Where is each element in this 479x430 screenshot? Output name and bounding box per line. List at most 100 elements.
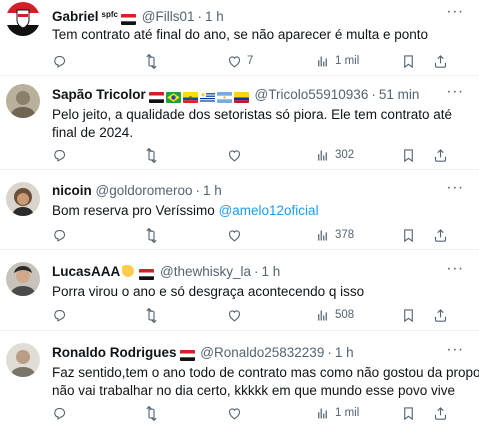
tweet[interactable]: Sapão Tricolor @Tricolo55910936 · 51 min ·… [0,76,479,170]
avatar[interactable] [6,262,40,296]
handle[interactable]: @Tricolo55910936 [255,87,369,102]
tweet[interactable]: nicoin @goldoromeroo · 1 h ··· Bom reserva… [0,170,479,250]
share-button[interactable] [433,146,448,164]
retweet-button[interactable] [144,146,164,164]
timestamp[interactable]: 51 min [379,87,420,102]
bookmark-button[interactable] [401,226,416,244]
tweet[interactable]: Gabriel spfc @Fills01 · 1 h ··· Tem contrat… [0,0,479,76]
more-options-icon[interactable]: ··· [445,84,465,104]
share-icon [433,308,448,323]
separator-dot: · [327,345,332,360]
like-button[interactable] [227,404,247,422]
tweet-actions: 378 [52,226,465,244]
share-button[interactable] [433,404,448,422]
uruguay-flag-icon [200,92,215,103]
handle[interactable]: @Ronaldo25832239 [200,345,324,360]
argentina-flag-icon [217,92,232,103]
retweet-button[interactable] [144,404,164,422]
heart-icon [227,406,242,421]
retweet-icon [144,54,159,69]
heart-icon [227,148,242,163]
handle[interactable]: @thewhisky_la [160,264,251,279]
timestamp[interactable]: 1 h [335,345,354,360]
display-name[interactable]: Sapão Tricolor [52,87,146,102]
tweet-text: Porra virou o ano e só desgraça acontece… [52,284,365,299]
share-button[interactable] [433,52,448,70]
avatar[interactable] [6,84,40,118]
more-options-icon[interactable]: ··· [445,180,465,200]
brazil-flag-icon [166,92,181,103]
views-button[interactable]: 1 mil [315,52,359,70]
reply-icon [52,308,67,323]
more-options-icon[interactable]: ··· [445,261,465,281]
bar-chart-icon [315,308,330,323]
more-options-icon[interactable]: ··· [445,342,465,362]
like-button[interactable] [227,306,247,324]
tweet-text: Pelo jeito, a qualidade dos setoristas s… [52,107,452,140]
like-button[interactable]: 7 [227,52,253,70]
bookmark-button[interactable] [401,404,416,422]
bookmark-button[interactable] [401,146,416,164]
reply-icon [52,228,67,243]
tweet-actions: 508 [52,306,465,324]
mention-link[interactable]: @amelo12oficial [219,203,319,218]
heart-icon [227,228,242,243]
bookmark-button[interactable] [401,306,416,324]
tweet[interactable]: Ronaldo Rodrigues @Ronaldo25832239 · 1 h ·… [0,331,479,430]
share-icon [433,54,448,69]
timestamp[interactable]: 1 h [203,183,222,198]
heart-icon [227,308,242,323]
bookmark-icon [401,406,416,421]
share-icon [433,228,448,243]
views-count: 302 [335,149,355,161]
bookmark-icon [401,228,416,243]
reply-button[interactable] [52,52,72,70]
sao-paulo-fc-flag-icon [121,14,136,25]
separator-dot: · [195,183,201,198]
tweet-actions: 7 1 mil [52,52,465,70]
separator-dot: · [197,9,202,24]
share-icon [433,406,448,421]
tweet-header: Gabriel spfc @Fills01 · 1 h [52,6,439,28]
display-name[interactable]: Gabriel [52,9,99,24]
views-button[interactable]: 1 mil [315,404,359,422]
retweet-button[interactable] [144,306,164,324]
views-button[interactable]: 378 [315,226,354,244]
tweet-actions: 302 [52,146,465,164]
bar-chart-icon [315,148,330,163]
tweet-text: Bom reserva pro Veríssimo @amelo12oficia… [52,202,469,220]
views-button[interactable]: 302 [315,146,354,164]
reply-icon [52,148,67,163]
tweet-header: nicoin @goldoromeroo · 1 h [52,182,439,200]
bookmark-icon [401,308,416,323]
reply-button[interactable] [52,306,72,324]
share-button[interactable] [433,306,448,324]
more-options-icon[interactable]: ··· [445,4,465,24]
avatar[interactable] [6,2,40,36]
share-button[interactable] [433,226,448,244]
reply-button[interactable] [52,404,72,422]
flag-icons [149,88,251,106]
bar-chart-icon [315,228,330,243]
views-button[interactable]: 508 [315,306,354,324]
like-button[interactable] [227,146,247,164]
handle[interactable]: @Fills01 [142,9,195,24]
timestamp[interactable]: 1 h [262,264,281,279]
views-count: 378 [335,229,355,241]
avatar[interactable] [6,182,40,216]
reply-button[interactable] [52,226,72,244]
display-name[interactable]: Ronaldo Rodrigues [52,345,177,360]
display-name[interactable]: nicoin [52,183,92,198]
bookmark-button[interactable] [401,52,416,70]
retweet-icon [144,148,159,163]
tweet[interactable]: LucasAAA @thewhisky_la · 1 h ··· Porra vir… [0,250,479,331]
handle[interactable]: @goldoromeroo [96,183,193,198]
timestamp[interactable]: 1 h [205,9,224,24]
tweet-text-line: Faz sentido,tem o ano todo de contrato m… [52,365,479,380]
retweet-button[interactable] [144,52,164,70]
retweet-button[interactable] [144,226,164,244]
display-name[interactable]: LucasAAA [52,264,120,279]
reply-button[interactable] [52,146,72,164]
avatar[interactable] [6,343,40,377]
like-button[interactable] [227,226,247,244]
